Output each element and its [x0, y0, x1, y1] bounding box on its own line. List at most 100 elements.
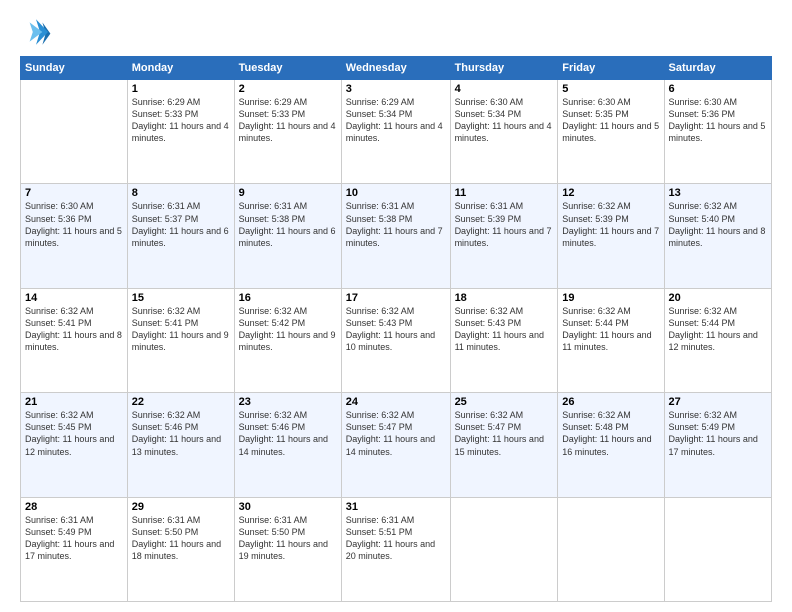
day-info: Sunrise: 6:29 AMSunset: 5:34 PMDaylight:…	[346, 96, 446, 145]
calendar-week-0: 1 Sunrise: 6:29 AMSunset: 5:33 PMDaylight…	[21, 80, 772, 184]
day-info: Sunrise: 6:32 AMSunset: 5:47 PMDaylight:…	[346, 409, 446, 458]
calendar-week-3: 21Sunrise: 6:32 AMSunset: 5:45 PMDayligh…	[21, 393, 772, 497]
calendar-cell	[558, 497, 664, 601]
day-number: 21	[25, 396, 123, 408]
day-number: 29	[132, 501, 230, 513]
calendar-cell: 18Sunrise: 6:32 AMSunset: 5:43 PMDayligh…	[450, 288, 558, 392]
day-number: 24	[346, 396, 446, 408]
calendar-cell: 14Sunrise: 6:32 AMSunset: 5:41 PMDayligh…	[21, 288, 128, 392]
calendar-cell: 30Sunrise: 6:31 AMSunset: 5:50 PMDayligh…	[234, 497, 341, 601]
calendar-cell: 1Sunrise: 6:29 AMSunset: 5:33 PMDaylight…	[127, 80, 234, 184]
calendar-cell	[450, 497, 558, 601]
calendar-cell: 17Sunrise: 6:32 AMSunset: 5:43 PMDayligh…	[341, 288, 450, 392]
day-info: Sunrise: 6:32 AMSunset: 5:48 PMDaylight:…	[562, 409, 659, 458]
day-number: 12	[562, 187, 659, 199]
calendar-header-wednesday: Wednesday	[341, 57, 450, 80]
day-info: Sunrise: 6:32 AMSunset: 5:49 PMDaylight:…	[669, 409, 767, 458]
calendar-cell: 6Sunrise: 6:30 AMSunset: 5:36 PMDaylight…	[664, 80, 771, 184]
calendar-cell: 22Sunrise: 6:32 AMSunset: 5:46 PMDayligh…	[127, 393, 234, 497]
day-number: 8	[132, 187, 230, 199]
day-info: Sunrise: 6:31 AMSunset: 5:37 PMDaylight:…	[132, 200, 230, 249]
day-number: 27	[669, 396, 767, 408]
day-number: 6	[669, 83, 767, 95]
calendar-cell: 27Sunrise: 6:32 AMSunset: 5:49 PMDayligh…	[664, 393, 771, 497]
day-number: 30	[239, 501, 337, 513]
calendar-table: SundayMondayTuesdayWednesdayThursdayFrid…	[20, 56, 772, 602]
header	[20, 16, 772, 48]
logo	[20, 16, 56, 48]
day-info: Sunrise: 6:31 AMSunset: 5:50 PMDaylight:…	[239, 514, 337, 563]
calendar-week-1: 7Sunrise: 6:30 AMSunset: 5:36 PMDaylight…	[21, 184, 772, 288]
day-number: 11	[455, 187, 554, 199]
day-number: 14	[25, 292, 123, 304]
calendar-cell: 15Sunrise: 6:32 AMSunset: 5:41 PMDayligh…	[127, 288, 234, 392]
day-info: Sunrise: 6:32 AMSunset: 5:43 PMDaylight:…	[346, 305, 446, 354]
day-info: Sunrise: 6:32 AMSunset: 5:39 PMDaylight:…	[562, 200, 659, 249]
calendar-cell: 25Sunrise: 6:32 AMSunset: 5:47 PMDayligh…	[450, 393, 558, 497]
calendar-cell: 12Sunrise: 6:32 AMSunset: 5:39 PMDayligh…	[558, 184, 664, 288]
calendar-cell: 9Sunrise: 6:31 AMSunset: 5:38 PMDaylight…	[234, 184, 341, 288]
calendar-header-sunday: Sunday	[21, 57, 128, 80]
day-info: Sunrise: 6:32 AMSunset: 5:43 PMDaylight:…	[455, 305, 554, 354]
calendar-header-tuesday: Tuesday	[234, 57, 341, 80]
calendar-cell: 16Sunrise: 6:32 AMSunset: 5:42 PMDayligh…	[234, 288, 341, 392]
day-info: Sunrise: 6:31 AMSunset: 5:51 PMDaylight:…	[346, 514, 446, 563]
calendar-header-monday: Monday	[127, 57, 234, 80]
calendar-cell: 26Sunrise: 6:32 AMSunset: 5:48 PMDayligh…	[558, 393, 664, 497]
day-info: Sunrise: 6:32 AMSunset: 5:45 PMDaylight:…	[25, 409, 123, 458]
day-info: Sunrise: 6:32 AMSunset: 5:44 PMDaylight:…	[562, 305, 659, 354]
day-info: Sunrise: 6:32 AMSunset: 5:41 PMDaylight:…	[25, 305, 123, 354]
calendar-cell: 11Sunrise: 6:31 AMSunset: 5:39 PMDayligh…	[450, 184, 558, 288]
day-info: Sunrise: 6:29 AMSunset: 5:33 PMDaylight:…	[239, 96, 337, 145]
day-number: 20	[669, 292, 767, 304]
day-number: 19	[562, 292, 659, 304]
calendar-cell: 10Sunrise: 6:31 AMSunset: 5:38 PMDayligh…	[341, 184, 450, 288]
calendar-cell: 13Sunrise: 6:32 AMSunset: 5:40 PMDayligh…	[664, 184, 771, 288]
day-number: 22	[132, 396, 230, 408]
calendar-week-4: 28Sunrise: 6:31 AMSunset: 5:49 PMDayligh…	[21, 497, 772, 601]
calendar-cell: 20Sunrise: 6:32 AMSunset: 5:44 PMDayligh…	[664, 288, 771, 392]
calendar-cell: 19Sunrise: 6:32 AMSunset: 5:44 PMDayligh…	[558, 288, 664, 392]
day-number: 28	[25, 501, 123, 513]
day-info: Sunrise: 6:32 AMSunset: 5:44 PMDaylight:…	[669, 305, 767, 354]
day-info: Sunrise: 6:32 AMSunset: 5:40 PMDaylight:…	[669, 200, 767, 249]
day-info: Sunrise: 6:31 AMSunset: 5:50 PMDaylight:…	[132, 514, 230, 563]
day-info: Sunrise: 6:32 AMSunset: 5:46 PMDaylight:…	[132, 409, 230, 458]
day-number: 1	[132, 83, 230, 95]
day-number: 16	[239, 292, 337, 304]
calendar-cell: 8Sunrise: 6:31 AMSunset: 5:37 PMDaylight…	[127, 184, 234, 288]
day-number: 9	[239, 187, 337, 199]
day-number: 10	[346, 187, 446, 199]
day-number: 3	[346, 83, 446, 95]
calendar-header-thursday: Thursday	[450, 57, 558, 80]
day-number: 17	[346, 292, 446, 304]
calendar-header-row: SundayMondayTuesdayWednesdayThursdayFrid…	[21, 57, 772, 80]
calendar-cell	[21, 80, 128, 184]
day-number: 25	[455, 396, 554, 408]
day-number: 7	[25, 187, 123, 199]
page: SundayMondayTuesdayWednesdayThursdayFrid…	[0, 0, 792, 612]
day-info: Sunrise: 6:31 AMSunset: 5:38 PMDaylight:…	[239, 200, 337, 249]
calendar-cell: 5Sunrise: 6:30 AMSunset: 5:35 PMDaylight…	[558, 80, 664, 184]
day-info: Sunrise: 6:30 AMSunset: 5:34 PMDaylight:…	[455, 96, 554, 145]
day-number: 15	[132, 292, 230, 304]
calendar-cell: 4Sunrise: 6:30 AMSunset: 5:34 PMDaylight…	[450, 80, 558, 184]
day-info: Sunrise: 6:32 AMSunset: 5:42 PMDaylight:…	[239, 305, 337, 354]
calendar-cell: 31Sunrise: 6:31 AMSunset: 5:51 PMDayligh…	[341, 497, 450, 601]
calendar-cell	[664, 497, 771, 601]
calendar-cell: 21Sunrise: 6:32 AMSunset: 5:45 PMDayligh…	[21, 393, 128, 497]
day-info: Sunrise: 6:31 AMSunset: 5:39 PMDaylight:…	[455, 200, 554, 249]
day-number: 18	[455, 292, 554, 304]
day-number: 31	[346, 501, 446, 513]
calendar-header-saturday: Saturday	[664, 57, 771, 80]
calendar-cell: 29Sunrise: 6:31 AMSunset: 5:50 PMDayligh…	[127, 497, 234, 601]
day-number: 2	[239, 83, 337, 95]
calendar-header-friday: Friday	[558, 57, 664, 80]
day-info: Sunrise: 6:32 AMSunset: 5:47 PMDaylight:…	[455, 409, 554, 458]
day-info: Sunrise: 6:31 AMSunset: 5:49 PMDaylight:…	[25, 514, 123, 563]
day-number: 26	[562, 396, 659, 408]
calendar-week-2: 14Sunrise: 6:32 AMSunset: 5:41 PMDayligh…	[21, 288, 772, 392]
day-info: Sunrise: 6:31 AMSunset: 5:38 PMDaylight:…	[346, 200, 446, 249]
calendar-cell: 2Sunrise: 6:29 AMSunset: 5:33 PMDaylight…	[234, 80, 341, 184]
day-info: Sunrise: 6:30 AMSunset: 5:36 PMDaylight:…	[25, 200, 123, 249]
